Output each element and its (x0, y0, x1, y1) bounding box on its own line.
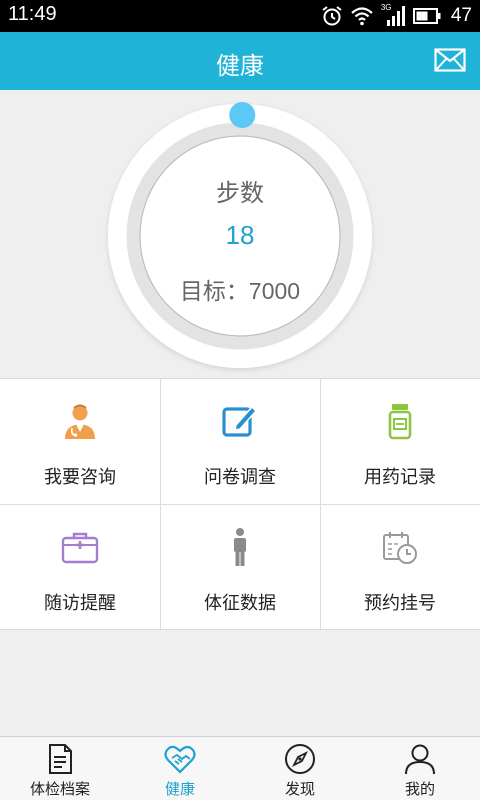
medical-kit-icon (60, 527, 100, 567)
consult-item[interactable]: 我要咨询 (0, 379, 160, 505)
document-icon (44, 743, 76, 775)
step-goal-value: 7000 (248, 278, 301, 304)
signal-icon: 3G (380, 3, 405, 27)
alarm-icon (321, 5, 343, 27)
compass-icon (284, 743, 316, 775)
doctor-icon (60, 401, 100, 441)
grid-divider (0, 504, 480, 505)
mail-icon (434, 48, 466, 72)
nav-label-health: 健康 (164, 780, 195, 798)
medicine-bottle-icon (380, 401, 420, 441)
grid-divider (160, 379, 161, 631)
step-counter-panel: 步数 18 目标：7000 (0, 90, 480, 378)
vitals-item[interactable]: 体征数据 (160, 505, 320, 631)
status-bar: 11:49 3G 47 (0, 0, 480, 32)
step-progress-knob (229, 102, 256, 128)
heart-hands-icon (164, 743, 196, 775)
step-goal: 目标：7000 (0, 272, 480, 306)
nav-tab-discover[interactable]: 发现 (240, 737, 360, 800)
step-count: 18 (225, 220, 255, 250)
survey-item[interactable]: 问卷调查 (160, 379, 320, 505)
medication-label: 用药记录 (364, 467, 436, 488)
step-goal-label: 目标： (179, 279, 249, 305)
status-icons: 3G 47 (321, 3, 472, 28)
medication-item[interactable]: 用药记录 (320, 379, 480, 505)
person-icon (220, 527, 260, 567)
wifi-icon (351, 6, 373, 26)
nav-label-discover: 发现 (284, 780, 315, 798)
vitals-label: 体征数据 (204, 593, 276, 614)
edit-icon (220, 401, 260, 441)
appointment-item[interactable]: 预约挂号 (320, 505, 480, 631)
status-time: 11:49 (8, 3, 57, 25)
app-header: 健康 (0, 32, 480, 90)
network-type: 3G (380, 3, 392, 12)
battery-level: 47 (450, 5, 472, 26)
followup-item[interactable]: 随访提醒 (0, 505, 160, 631)
survey-label: 问卷调查 (204, 467, 276, 488)
nav-tab-health[interactable]: 健康 (120, 737, 240, 800)
page-title: 健康 (216, 52, 264, 80)
nav-label-records: 体检档案 (29, 780, 90, 798)
followup-label: 随访提醒 (44, 593, 116, 614)
battery-icon (412, 8, 441, 24)
nav-tab-records[interactable]: 体检档案 (0, 737, 120, 800)
appointment-label: 预约挂号 (364, 593, 436, 614)
step-label: 步数 (216, 179, 264, 207)
nav-tab-profile[interactable]: 我的 (360, 737, 480, 800)
nav-label-profile: 我的 (404, 780, 435, 798)
feature-grid: 我要咨询 问卷调查 用药记录 随访提醒 体征数据 预约挂号 (0, 378, 480, 631)
bottom-nav: 体检档案 健康 发现 我的 (0, 736, 480, 800)
consult-label: 我要咨询 (44, 467, 116, 488)
calendar-clock-icon (380, 527, 420, 567)
user-icon (404, 743, 436, 775)
grid-divider (320, 379, 321, 631)
mail-button[interactable] (434, 48, 466, 74)
